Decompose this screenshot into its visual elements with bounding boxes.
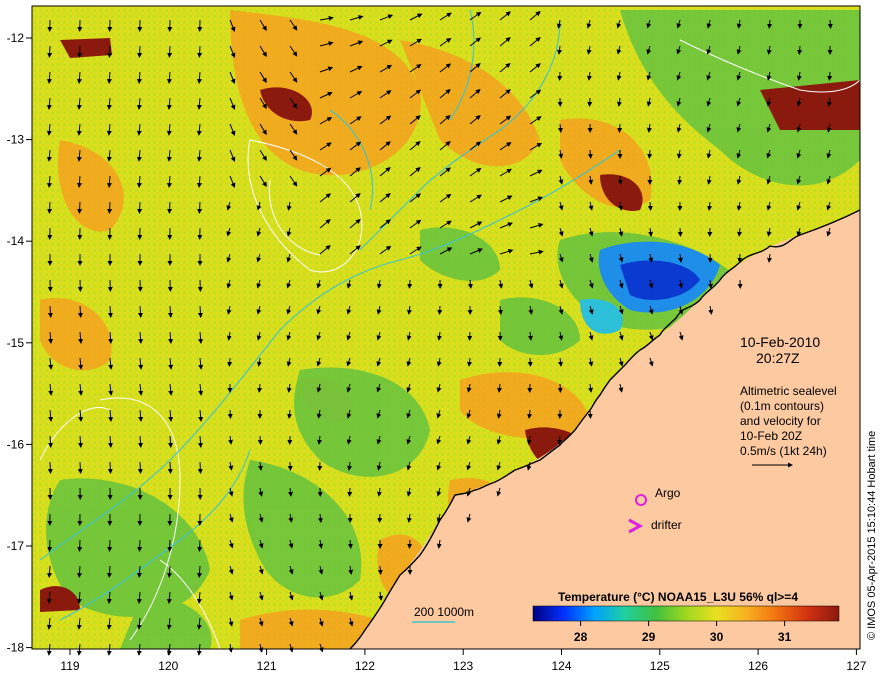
velocity-arrow [47,305,53,318]
bathymetry-label: 200 1000m [414,605,475,619]
lon-tick-label: 124 [551,659,571,673]
velocity-arrow [167,305,173,318]
velocity-arrow [617,175,623,185]
credit-text: © IMOS 05-Apr-2015 15:10:44 Hobart time [866,430,878,640]
velocity-arrow [77,45,83,58]
velocity-arrow [137,305,143,318]
colorbar-gradient [532,605,840,622]
lon-tick-label: 125 [650,659,670,673]
velocity-arrow [647,149,653,159]
velocity-arrow [47,539,53,552]
map-area [32,6,861,656]
velocity-arrow [407,539,413,549]
velocity-arrow [107,305,113,318]
velocity-arrow [227,357,233,367]
velocity-arrow [167,461,173,474]
colorbar-tick-label: 29 [642,630,656,644]
lon-tick-label: 123 [453,659,473,673]
velocity-arrow [257,435,263,445]
note-line: 10-Feb 20Z [740,429,803,443]
velocity-arrow [107,539,113,552]
colorbar-tick-label: 28 [574,630,588,644]
time-text: 20:27Z [756,350,800,366]
lon-tick-label: 121 [257,659,277,673]
velocity-arrow [47,461,53,474]
velocity-arrow [77,201,83,214]
velocity-arrow [107,461,113,474]
note-line: and velocity for [740,414,821,428]
velocity-arrow [587,97,593,107]
lat-tick-label: -17 [7,539,25,553]
velocity-arrow [197,201,203,214]
velocity-arrow [167,45,173,58]
lat-tick-label: -15 [7,336,25,350]
velocity-arrow [227,409,233,419]
velocity-arrow [77,539,83,552]
altimetry-note: Altimetric sealevel (0.1m contours) and ve… [740,384,837,459]
colorbar-title: Temperature (°C) NOAA15_L3U 56% ql>=4 [558,590,798,604]
longitude-axis: 119 120 121 122 123 124 125 126 127 [60,649,867,673]
lon-tick-label: 119 [60,659,79,673]
lon-tick-label: 127 [846,659,866,673]
note-line: 0.5m/s (1kt 24h) [740,444,827,458]
velocity-arrow [377,513,383,523]
colorbar-tick-label: 31 [778,630,792,644]
velocity-arrow [557,383,563,393]
lat-tick-label: -13 [7,133,25,147]
velocity-arrow [197,305,203,318]
colorbar-tick-label: 30 [710,630,724,644]
velocity-arrow [437,305,443,315]
velocity-arrow [827,19,833,29]
lat-tick-label: -16 [7,437,25,451]
velocity-arrow [197,539,203,552]
velocity-arrow [47,45,53,58]
velocity-arrow [77,461,83,474]
note-line: (0.1m contours) [740,399,825,413]
date-text: 10-Feb-2010 [740,334,821,350]
lon-tick-label: 120 [158,659,178,673]
velocity-arrow [347,487,353,497]
velocity-arrow [107,201,113,214]
velocity-arrow [617,123,623,133]
latitude-axis: -12 -13 -14 -15 -16 -17 -18 [7,31,32,655]
velocity-arrow [137,461,143,474]
velocity-arrow [137,201,143,214]
velocity-arrow [197,461,203,474]
velocity-arrow [797,45,803,55]
lon-tick-label: 126 [748,659,768,673]
velocity-arrow [647,201,653,211]
velocity-arrow [137,45,143,58]
lat-tick-label: -14 [7,234,25,248]
velocity-arrow [167,201,173,214]
velocity-arrow [197,45,203,58]
note-line: Altimetric sealevel [740,384,837,398]
lon-tick-label: 122 [355,659,375,673]
velocity-arrow [47,201,53,214]
velocity-arrow [827,71,833,81]
velocity-arrow [377,565,383,575]
velocity-arrow [467,331,473,341]
velocity-arrow [167,539,173,552]
velocity-arrow [137,539,143,552]
lat-tick-label: -12 [7,31,25,45]
velocity-arrow [107,45,113,58]
velocity-arrow [587,149,593,159]
velocity-arrow [407,279,413,289]
date-label: 10-Feb-2010 20:27Z [740,334,820,366]
argo-label: Argo [655,486,681,500]
velocity-arrow [587,409,593,419]
velocity-arrow [677,227,683,237]
drifter-label: drifter [651,518,682,532]
velocity-arrow [77,305,83,318]
lat-tick-label: -18 [7,641,25,655]
